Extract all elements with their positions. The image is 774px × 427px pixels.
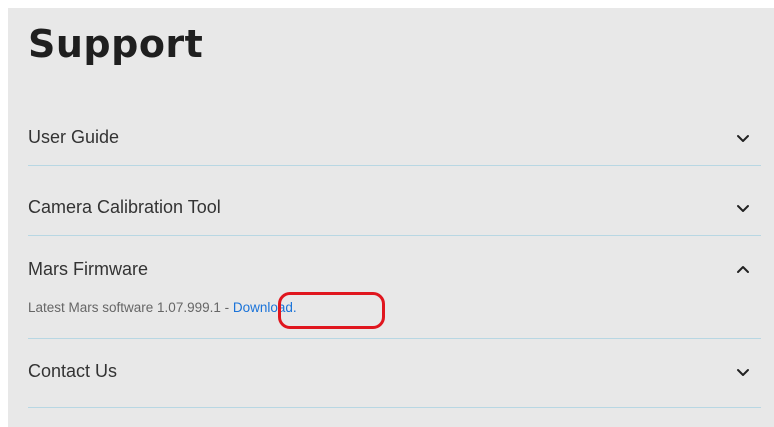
page-title: Support	[28, 22, 204, 66]
divider	[28, 407, 761, 408]
chevron-down-icon[interactable]	[735, 132, 751, 144]
accordion-item-camera-calibration-tool[interactable]: Camera Calibration Tool	[28, 186, 761, 230]
accordion-item-label: Mars Firmware	[28, 259, 148, 279]
divider	[28, 338, 761, 339]
accordion-item-label: User Guide	[28, 127, 120, 147]
chevron-down-icon[interactable]	[735, 366, 751, 378]
accordion-item-mars-firmware[interactable]: Mars Firmware	[28, 256, 761, 292]
accordion-item-user-guide[interactable]: User Guide	[28, 116, 761, 160]
accordion-item-label: Camera Calibration Tool	[28, 197, 221, 217]
chevron-down-icon[interactable]	[735, 202, 751, 214]
firmware-version-text: Latest Mars software 1.07.999.1	[28, 300, 221, 315]
separator: -	[220, 300, 233, 315]
support-panel: Support User Guide Camera Calibration To…	[8, 8, 774, 427]
firmware-detail: Latest Mars software 1.07.999.1 - Downlo…	[28, 300, 297, 315]
accordion-item-contact-us[interactable]: Contact Us	[28, 350, 761, 394]
chevron-up-icon[interactable]	[735, 264, 751, 276]
accordion-item-label: Contact Us	[28, 361, 118, 381]
download-link[interactable]: Download.	[233, 300, 297, 315]
divider	[28, 165, 761, 166]
divider	[28, 235, 761, 236]
